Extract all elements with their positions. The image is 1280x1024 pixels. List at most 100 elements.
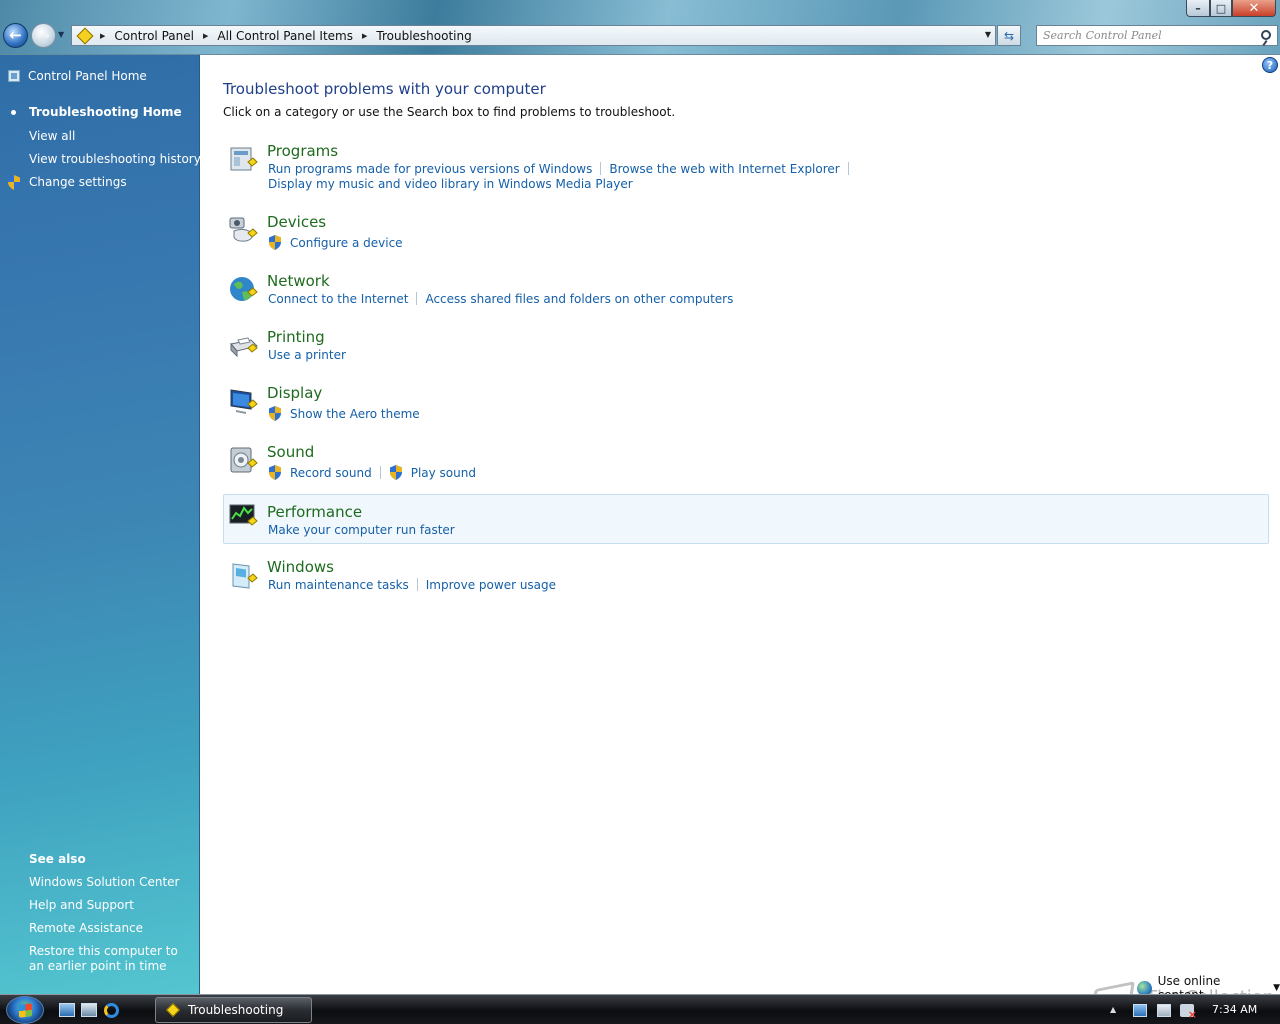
breadcrumb-separator-icon[interactable]: ▶	[362, 32, 367, 40]
window-titlebar: – □ ✕ ← → ▼ ▶ Control Panel ▶ All Contro…	[0, 0, 1280, 55]
back-arrow-icon: ←	[9, 26, 22, 44]
breadcrumb-separator-icon[interactable]: ▶	[100, 32, 105, 40]
uac-shield-icon	[269, 465, 281, 480]
uac-shield-icon	[389, 465, 402, 480]
safely-remove-hardware-icon[interactable]	[1157, 1004, 1171, 1017]
refresh-button[interactable]: ⇆	[997, 25, 1021, 46]
change-settings-link[interactable]: Change settings	[29, 175, 127, 189]
programs-icon	[230, 147, 258, 171]
category-title-programs[interactable]: Programs	[267, 142, 338, 160]
page-title: Troubleshoot problems with your computer	[223, 80, 546, 98]
taskbar-button-troubleshooting[interactable]: Troubleshooting	[155, 997, 312, 1023]
view-all-link[interactable]: View all	[29, 129, 75, 143]
help-icon[interactable]: ?	[1262, 57, 1278, 73]
forward-arrow-icon: →	[37, 26, 50, 44]
solution-center-link[interactable]: Windows Solution Center	[29, 875, 179, 889]
switch-windows-icon[interactable]	[81, 1003, 97, 1017]
troubleshooting-icon	[165, 1002, 181, 1018]
record-sound-link[interactable]: Record sound	[290, 466, 372, 481]
sound-icon	[230, 447, 258, 473]
minimize-button[interactable]: –	[1186, 0, 1210, 17]
network-tray-icon[interactable]	[1133, 1004, 1147, 1017]
link-separator	[847, 162, 849, 175]
run-faster-link[interactable]: Make your computer run faster	[268, 523, 455, 538]
system-restore-link[interactable]: Restore this computer to an earlier poin…	[29, 944, 189, 974]
category-title-windows[interactable]: Windows	[267, 558, 334, 576]
show-desktop-icon[interactable]	[59, 1003, 75, 1017]
category-links-display: Show the Aero theme	[268, 406, 1248, 422]
run-older-programs-link[interactable]: Run programs made for previous versions …	[268, 162, 592, 177]
display-icon	[230, 389, 258, 414]
use-printer-link[interactable]: Use a printer	[268, 348, 346, 363]
help-support-link[interactable]: Help and Support	[29, 898, 134, 912]
breadcrumb-troubleshooting[interactable]: Troubleshooting	[376, 29, 471, 43]
close-icon: ✕	[1248, 0, 1260, 16]
category-title-display[interactable]: Display	[267, 384, 322, 402]
power-usage-link[interactable]: Improve power usage	[426, 578, 556, 593]
performance-icon	[229, 504, 258, 526]
category-display: Display Show the Aero theme	[223, 384, 1269, 424]
category-title-performance[interactable]: Performance	[267, 503, 362, 521]
current-page-bullet-icon	[11, 110, 16, 115]
category-links-printing: Use a printer	[268, 348, 1248, 363]
shared-files-link[interactable]: Access shared files and folders on other…	[425, 292, 733, 307]
troubleshooting-home-link[interactable]: Troubleshooting Home	[29, 105, 182, 119]
maximize-button[interactable]: □	[1210, 0, 1232, 17]
close-button[interactable]: ✕	[1232, 0, 1276, 17]
category-programs: Programs Run programs made for previous …	[223, 142, 1269, 194]
category-sound: Sound Record sound Play sound	[223, 443, 1269, 483]
category-windows: Windows Run maintenance tasks Improve pow…	[223, 558, 1269, 598]
category-performance[interactable]: Performance Make your computer run faste…	[223, 494, 1269, 544]
category-title-network[interactable]: Network	[267, 272, 330, 290]
windows-icon	[232, 563, 258, 589]
maximize-icon: □	[1215, 1, 1227, 15]
search-box[interactable]	[1036, 25, 1278, 46]
control-panel-icon	[8, 70, 20, 82]
search-input[interactable]	[1043, 29, 1253, 42]
task-pane: Control Panel Home Troubleshooting Home …	[0, 55, 201, 994]
breadcrumb-all-items[interactable]: All Control Panel Items	[217, 29, 353, 43]
link-separator	[416, 292, 418, 305]
search-icon[interactable]	[1261, 30, 1271, 40]
category-title-sound[interactable]: Sound	[267, 443, 314, 461]
internet-explorer-icon[interactable]	[104, 1003, 119, 1018]
category-links-performance: Make your computer run faster	[268, 523, 1248, 538]
category-title-devices[interactable]: Devices	[267, 213, 326, 231]
maintenance-tasks-link[interactable]: Run maintenance tasks	[268, 578, 409, 593]
devices-icon	[229, 217, 258, 242]
volume-muted-icon[interactable]	[1180, 1004, 1197, 1021]
address-dropdown-icon[interactable]: ▼	[985, 30, 991, 39]
address-bar[interactable]: ▶ Control Panel ▶ All Control Panel Item…	[71, 25, 996, 46]
category-links-sound: Record sound Play sound	[268, 465, 1248, 481]
connect-internet-link[interactable]: Connect to the Internet	[268, 292, 408, 307]
uac-shield-icon	[269, 406, 281, 421]
category-printing: Printing Use a printer	[223, 328, 1269, 368]
breadcrumb-control-panel[interactable]: Control Panel	[114, 29, 194, 43]
play-sound-link[interactable]: Play sound	[411, 466, 476, 481]
show-hidden-icons-icon[interactable]: ▲	[1110, 1005, 1116, 1014]
browse-web-ie-link[interactable]: Browse the web with Internet Explorer	[609, 162, 839, 177]
forward-button[interactable]: →	[31, 23, 56, 48]
start-button[interactable]	[6, 996, 44, 1024]
back-button[interactable]: ←	[3, 23, 28, 48]
clock[interactable]: 7:34 AM	[1212, 1003, 1257, 1016]
category-links-network: Connect to the Internet Access shared fil…	[268, 292, 1248, 307]
recent-pages-dropdown[interactable]: ▼	[58, 30, 68, 42]
category-title-printing[interactable]: Printing	[267, 328, 325, 346]
configure-device-link[interactable]: Configure a device	[290, 236, 403, 251]
see-also-heading: See also	[29, 852, 86, 866]
aero-theme-link[interactable]: Show the Aero theme	[290, 407, 420, 422]
minimize-icon: –	[1195, 1, 1201, 15]
content-pane: ? Troubleshoot problems with your comput…	[201, 55, 1280, 1013]
control-panel-home-link[interactable]: Control Panel Home	[28, 69, 147, 83]
media-library-link[interactable]: Display my music and video library in Wi…	[268, 177, 633, 192]
category-links-devices: Configure a device	[268, 235, 1248, 251]
link-separator	[416, 578, 418, 591]
category-links-programs: Run programs made for previous versions …	[268, 162, 1248, 192]
remote-assistance-link[interactable]: Remote Assistance	[29, 921, 143, 935]
breadcrumb-separator-icon[interactable]: ▶	[203, 32, 208, 40]
link-separator	[600, 162, 602, 175]
printer-icon	[230, 337, 258, 358]
view-history-link[interactable]: View troubleshooting history	[29, 152, 201, 166]
network-icon	[230, 277, 258, 301]
